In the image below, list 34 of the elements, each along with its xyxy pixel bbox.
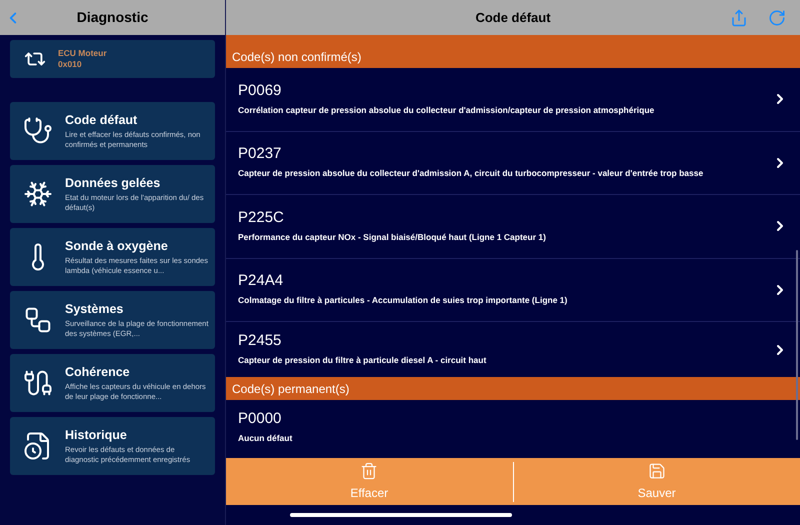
code-description: Performance du capteur NOx - Signal biaisé/Bloqué haut (Ligne 1 Capteur 1) [238,230,547,244]
code-label: P225C [238,208,285,227]
menu-title: Sonde à oxygène [65,238,169,254]
code-label: P24A4 [238,272,284,290]
sidebar-title: Diagnostic [76,8,148,27]
code-description: Corrélation capteur de pression absolue du collecteur d'admission/capteur de pression atmosphérique [238,104,656,117]
ecu-card[interactable]: ECU Moteur 0x010 [10,40,215,78]
page-title: Code défaut [475,8,551,27]
share-icon[interactable] [730,8,748,28]
nodes-icon [23,305,53,335]
code-label: P2455 [238,332,282,350]
ecu-address: 0x010 [58,59,83,70]
refresh-icon[interactable] [768,8,786,26]
code-description: Capteur de pression absolue du collecteur d'admission A, circuit du turbocompresseur - valeur d'entrée trop basse [238,167,704,180]
code-label: P0069 [238,82,282,100]
section-header: Code(s) non confirmé(s) [226,45,800,68]
stethoscope-icon [23,116,53,146]
menu-title: Systèmes [65,301,124,317]
menu-title: Code défaut [65,112,138,128]
code-description: Capteur de pression du filtre à particule diesel A - circuit haut [238,354,488,367]
code-description: Colmatage du filtre à particules - Accumulation de suies trop importante (Ligne 1) [238,294,568,308]
ecu-name: ECU Moteur [58,48,107,59]
menu-title: Historique [65,427,128,443]
code-row[interactable]: P0237 Capteur de pression absolue du collecteur d'admission A, circuit du turbocompresseur - valeur d'entrée trop basse [226,132,800,195]
cable-icon [23,368,53,398]
code-label: P0000 [238,410,282,428]
code-label: P0237 [238,145,282,164]
code-description: Aucun défaut [238,432,294,445]
section-header: Code(s) permanent(s) [226,377,800,400]
menu-title: Cohérence [65,364,131,380]
trash-icon [360,461,378,481]
menu-title: Données gelées [65,175,162,191]
code-row[interactable]: P24A4 Colmatage du filtre à particules - Accumulation de suies trop importante (Ligne 1) [226,258,800,322]
snowflake-icon [23,179,53,209]
